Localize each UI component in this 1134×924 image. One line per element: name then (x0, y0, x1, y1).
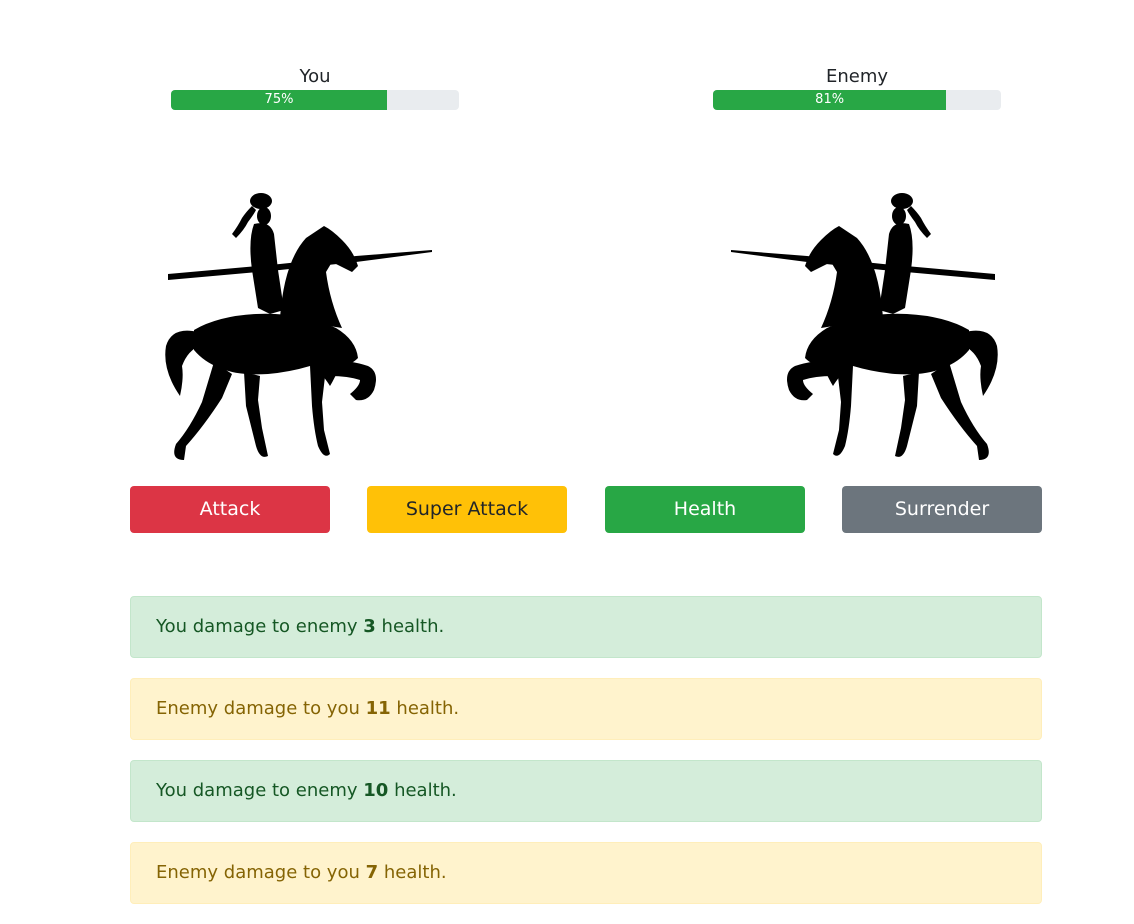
log-entry: You damage to enemy 10 health. (130, 760, 1042, 822)
log-entry-text: Enemy damage to you (156, 698, 360, 719)
log-entry-value: 10 (363, 780, 389, 801)
enemy-health-fill: 81% (713, 90, 947, 110)
player-health-bar: 75% (171, 90, 459, 110)
player-name: You (299, 66, 331, 87)
log-entry-text: You damage to enemy (156, 780, 358, 801)
enemy-knight-icon (728, 190, 1003, 465)
log-entry: You damage to enemy 3 health. (130, 596, 1042, 658)
enemy-health-panel: Enemy 81% (713, 66, 1001, 110)
battle-log: You damage to enemy 3 health. Enemy dama… (130, 596, 1042, 924)
log-entry: Enemy damage to you 7 health. (130, 842, 1042, 904)
enemy-health-bar: 81% (713, 90, 1001, 110)
log-entry-text: Enemy damage to you (156, 862, 360, 883)
log-entry-suffix: health. (394, 780, 457, 801)
player-health-fill: 75% (171, 90, 387, 110)
surrender-button[interactable]: Surrender (842, 486, 1042, 533)
enemy-name: Enemy (825, 66, 889, 87)
log-entry-value: 3 (363, 616, 376, 637)
health-button[interactable]: Health (605, 486, 805, 533)
player-knight-icon (160, 190, 435, 465)
attack-button[interactable]: Attack (130, 486, 330, 533)
super-attack-button[interactable]: Super Attack (367, 486, 567, 533)
log-entry-text: You damage to enemy (156, 616, 358, 637)
log-entry-value: 11 (365, 698, 391, 719)
log-entry: Enemy damage to you 11 health. (130, 678, 1042, 740)
log-entry-value: 7 (365, 862, 379, 883)
player-health-panel: You 75% (171, 66, 459, 110)
log-entry-suffix: health. (381, 616, 445, 637)
log-entry-suffix: health. (383, 862, 447, 883)
log-entry-suffix: health. (396, 698, 460, 719)
